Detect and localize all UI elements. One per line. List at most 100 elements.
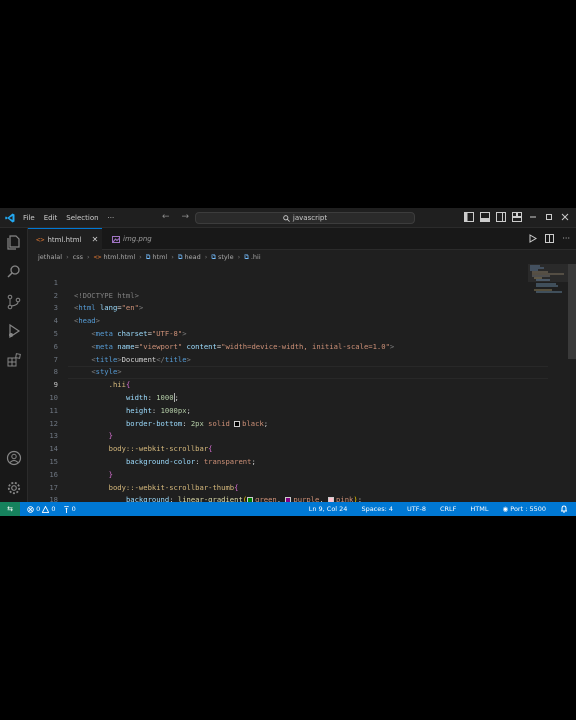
minimap[interactable] [528, 264, 568, 324]
html-file-icon: <> [93, 253, 102, 261]
code-line: 4 <meta charset="UTF-8"> [28, 302, 576, 338]
breadcrumb-subfolder[interactable]: css [73, 253, 83, 261]
chevron-right-icon: › [139, 253, 142, 261]
line-ending[interactable]: CRLF [440, 505, 456, 513]
menu-selection[interactable]: Selection [66, 214, 98, 222]
title-bar: File Edit Selection ··· ← → javascript [0, 208, 576, 228]
html-file-icon: <> [36, 235, 45, 244]
search-text: javascript [292, 214, 328, 222]
editor-actions: ··· [528, 234, 570, 243]
search-view-icon[interactable] [6, 264, 22, 280]
code-line: 15 } [28, 443, 576, 479]
accounts-icon[interactable] [6, 450, 22, 466]
explorer-icon[interactable] [6, 234, 22, 250]
problems-status[interactable]: 0 0 [27, 505, 56, 513]
code-line: 10 height: 1000px; [28, 379, 576, 415]
code-line: 13 body::-webkit-scrollbar{ [28, 418, 576, 453]
chevron-right-icon: › [66, 253, 69, 261]
code-line-current: 9 width: 1000; [28, 366, 576, 403]
tab-label: html.html [47, 235, 82, 244]
vertical-scrollbar[interactable] [568, 264, 576, 502]
command-center-search[interactable]: javascript [195, 212, 415, 224]
scrollbar-thumb[interactable] [568, 264, 576, 359]
image-file-icon [112, 235, 120, 243]
menu-edit[interactable]: Edit [44, 214, 58, 222]
ports-status[interactable]: 0 [63, 505, 76, 513]
chevron-right-icon: › [171, 253, 174, 261]
element-symbol-icon: ⧉ [177, 252, 183, 261]
error-count: 0 [36, 505, 41, 513]
code-line: 14 background-color: transparent; [28, 430, 576, 466]
error-icon [27, 505, 34, 513]
breadcrumb-style[interactable]: style [218, 253, 234, 261]
breadcrumb: jethalal › css › <> html.html › ⧉ html ›… [28, 250, 576, 264]
tab-label: img.png [123, 235, 152, 243]
split-editor-icon[interactable] [545, 234, 555, 243]
breadcrumb-folder[interactable]: jethalal [38, 253, 62, 261]
encoding[interactable]: UTF-8 [407, 505, 426, 513]
notifications-bell-icon[interactable] [560, 505, 568, 513]
code-line: 6 <title>Document</title> [28, 328, 576, 364]
restore-icon[interactable] [544, 212, 554, 222]
breadcrumb-html[interactable]: html [152, 253, 167, 261]
code-line: 5 <meta name="viewport" content="width=d… [28, 315, 576, 351]
element-symbol-icon: ⧉ [145, 252, 151, 261]
chevron-right-icon: › [237, 253, 241, 261]
indentation[interactable]: Spaces: 4 [361, 505, 393, 513]
warning-icon [41, 505, 50, 513]
minimize-icon[interactable] [528, 212, 538, 222]
tab-img-png[interactable]: img.png [104, 228, 184, 250]
menu-file[interactable]: File [23, 214, 35, 222]
toggle-panel-icon[interactable] [480, 212, 490, 222]
code-line: 18 } [28, 482, 576, 502]
extensions-icon[interactable] [6, 352, 22, 368]
code-line: 17 background: linear-gradient(green, pu… [28, 469, 576, 502]
vscode-logo-icon[interactable] [5, 213, 15, 223]
chevron-right-icon: › [87, 253, 90, 261]
nav-arrows: ← → [162, 212, 189, 222]
source-control-icon[interactable] [6, 294, 22, 310]
status-bar: ⇆ 0 0 0 Ln 9, Col 24 Spaces: 4 UTF-8 CRL… [0, 502, 576, 516]
breadcrumb-file[interactable]: html.html [103, 253, 135, 261]
ports-count: 0 [71, 505, 76, 513]
code-line: 12 } [28, 405, 576, 441]
code-line: 16 body::-webkit-scrollbar-thumb{ [28, 456, 576, 492]
status-right: Ln 9, Col 24 Spaces: 4 UTF-8 CRLF HTML ◉… [309, 502, 568, 516]
breadcrumb-selector[interactable]: .hii [251, 253, 261, 261]
run-icon[interactable] [528, 234, 538, 243]
remote-indicator-icon[interactable]: ⇆ [0, 502, 20, 516]
live-server-port[interactable]: ◉ Port : 5500 [503, 505, 547, 513]
activity-bar [0, 228, 28, 502]
code-line: 3 <head> [28, 290, 576, 325]
code-line: 2 <html lang="en"> [28, 277, 576, 313]
editor-tabs: <> html.html ✕ img.png ··· [28, 228, 576, 250]
run-debug-icon[interactable] [6, 323, 22, 339]
tab-close-icon[interactable]: ✕ [92, 235, 99, 244]
code-line: 11 border-bottom: 2px solid black; [28, 392, 576, 428]
more-actions-icon[interactable]: ··· [562, 234, 570, 243]
forward-arrow-icon[interactable]: → [182, 212, 190, 222]
language-mode[interactable]: HTML [470, 505, 488, 513]
toggle-secondary-sidebar-icon[interactable] [496, 212, 506, 222]
code-line: 1 <!DOCTYPE html> [28, 264, 576, 300]
warning-count: 0 [51, 505, 56, 513]
close-window-icon[interactable] [560, 212, 570, 222]
vscode-window: File Edit Selection ··· ← → javascript <… [0, 208, 576, 516]
code-line: 8 .hii{ [28, 354, 576, 389]
element-symbol-icon: ⧉ [211, 252, 216, 261]
menu-more[interactable]: ··· [108, 214, 115, 222]
cursor-position[interactable]: Ln 9, Col 24 [309, 505, 348, 513]
code-editor[interactable]: 1 <!DOCTYPE html> 2 <html lang="en"> 3 <… [28, 264, 576, 502]
selector-symbol-icon: ⧉ [244, 252, 249, 261]
tab-html-html[interactable]: <> html.html ✕ [28, 228, 102, 250]
settings-gear-icon[interactable] [6, 480, 22, 496]
customize-layout-icon[interactable] [512, 212, 522, 222]
code-line: 19 </style> [28, 494, 576, 502]
code-line: 7 <style> [28, 341, 576, 377]
antenna-icon [63, 505, 69, 513]
breadcrumb-head[interactable]: head [185, 253, 201, 261]
live-server-port-label: Port : 5500 [510, 505, 546, 513]
back-arrow-icon[interactable]: ← [162, 212, 170, 222]
title-right-controls [464, 212, 570, 222]
toggle-primary-sidebar-icon[interactable] [464, 212, 474, 222]
